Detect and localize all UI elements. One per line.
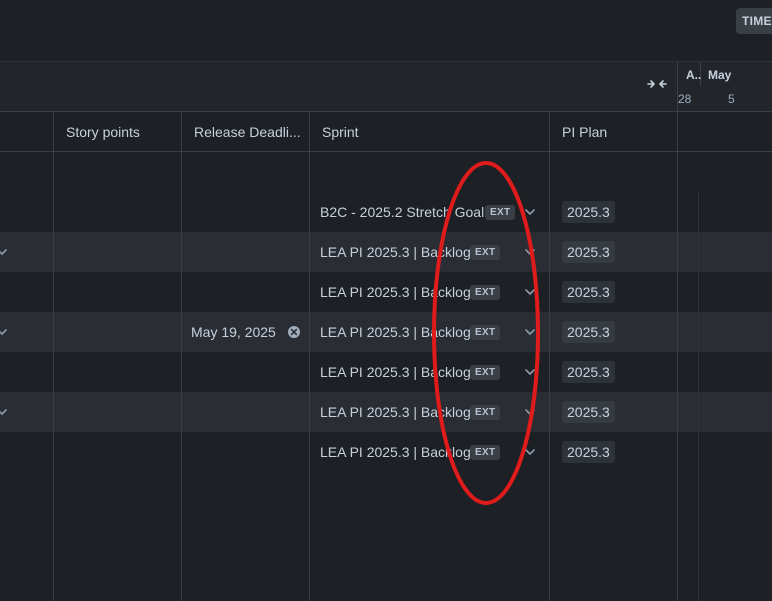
column-header-story-points[interactable]: Story points xyxy=(66,112,178,152)
clear-circle-icon[interactable] xyxy=(287,325,301,339)
timeline-month-april: A.. xyxy=(686,68,702,82)
table-header: Story points Release Deadli... Sprint PI… xyxy=(0,112,772,152)
timeline-band: A.. May 28 5 xyxy=(0,62,772,112)
pi-plan-lozenge[interactable]: 2025.3 xyxy=(562,321,615,343)
table-row[interactable]: B2C - 2025.2 Stretch Goal EXT 2025.3 xyxy=(0,192,772,232)
column-header-release-deadline[interactable]: Release Deadli... xyxy=(194,112,306,152)
column-divider xyxy=(677,112,678,601)
chevron-down-icon[interactable] xyxy=(0,246,8,258)
pi-plan-lozenge[interactable]: 2025.3 xyxy=(562,241,615,263)
pi-plan-lozenge[interactable]: 2025.3 xyxy=(562,361,615,383)
timeline-day: 5 xyxy=(728,92,735,106)
chevron-down-icon[interactable] xyxy=(0,326,8,338)
chevron-down-icon[interactable] xyxy=(0,406,8,418)
timeline-day: 28 xyxy=(678,92,692,106)
pi-plan-lozenge[interactable]: 2025.3 xyxy=(562,281,615,303)
collapse-arrows-icon[interactable] xyxy=(646,76,668,92)
table-row[interactable]: LEA PI 2025.3 | Backlog EXT 2025.3 xyxy=(0,392,772,432)
top-bar: TIME xyxy=(0,0,772,62)
column-divider xyxy=(181,112,182,601)
red-ellipse-annotation xyxy=(432,161,540,505)
release-deadline-value[interactable]: May 19, 2025 xyxy=(191,312,276,352)
timeline-month-may: May xyxy=(708,68,732,82)
pi-plan-lozenge[interactable]: 2025.3 xyxy=(562,441,615,463)
column-header-sprint[interactable]: Sprint xyxy=(322,112,522,152)
column-divider xyxy=(309,112,310,601)
table-row[interactable]: LEA PI 2025.3 | Backlog EXT 2025.3 xyxy=(0,352,772,392)
table-row[interactable]: May 19, 2025 LEA PI 2025.3 | Backlog EXT 20… xyxy=(0,312,772,352)
timeline-gridline xyxy=(698,192,699,601)
column-divider xyxy=(549,112,550,601)
pi-plan-lozenge[interactable]: 2025.3 xyxy=(562,201,615,223)
pi-plan-lozenge[interactable]: 2025.3 xyxy=(562,401,615,423)
table-row[interactable]: LEA PI 2025.3 | Backlog EXT 2025.3 xyxy=(0,232,772,272)
column-header-pi-plan[interactable]: PI Plan xyxy=(562,112,672,152)
timeline-button[interactable]: TIME xyxy=(736,8,772,34)
table-row[interactable]: LEA PI 2025.3 | Backlog EXT 2025.3 xyxy=(0,272,772,312)
column-divider xyxy=(53,112,54,601)
table-row[interactable]: LEA PI 2025.3 | Backlog EXT 2025.3 xyxy=(0,432,772,472)
